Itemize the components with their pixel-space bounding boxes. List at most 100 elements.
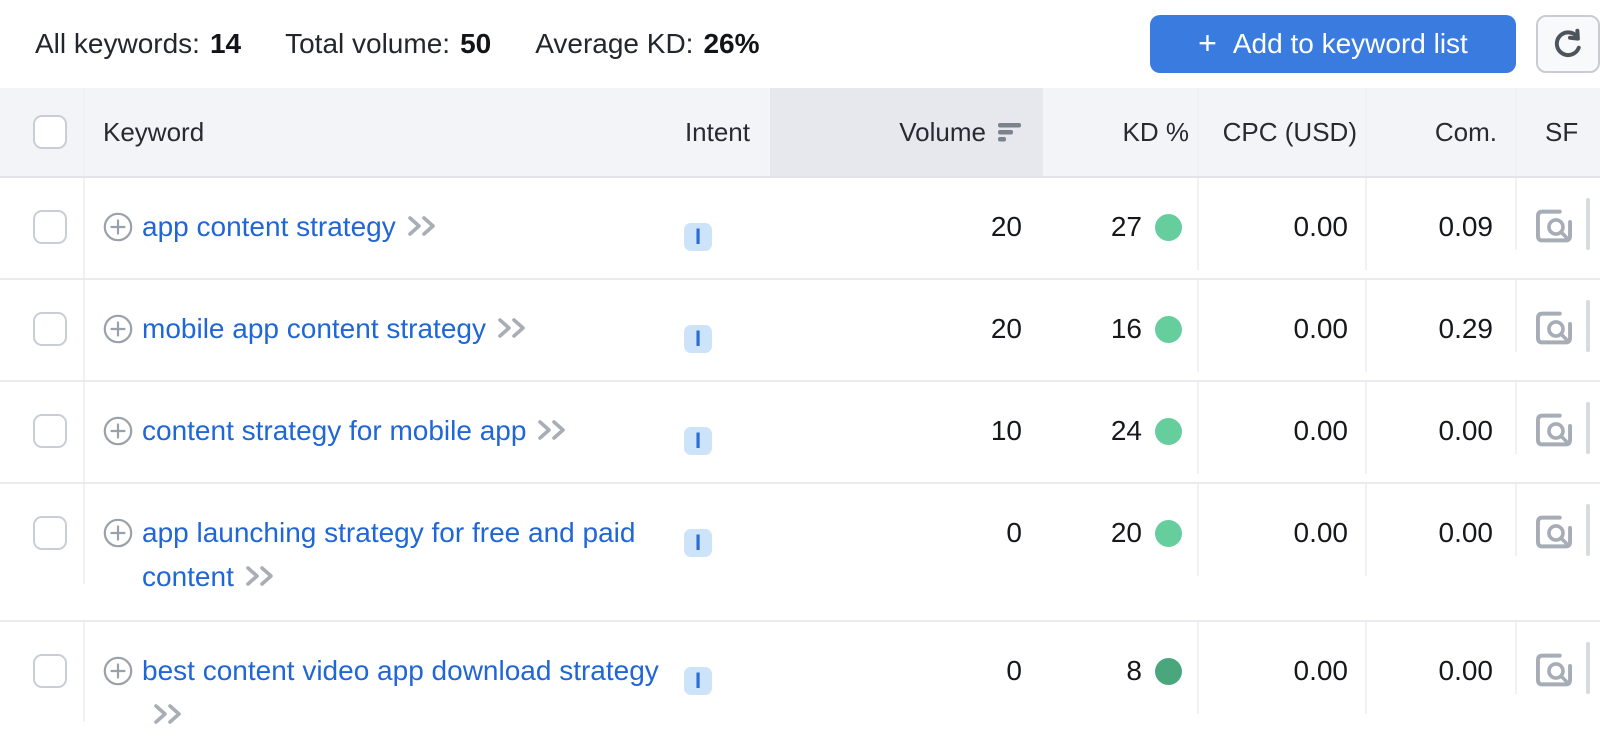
total-volume-label: Total volume: <box>285 28 450 60</box>
add-keyword-plus-icon[interactable] <box>103 518 133 599</box>
expand-keyword-chevrons-icon[interactable] <box>244 564 278 588</box>
average-kd-label: Average KD: <box>535 28 693 60</box>
all-keywords-label: All keywords: <box>35 28 200 60</box>
sf-cell <box>1515 280 1600 352</box>
keyword-cell: app content strategy <box>85 178 660 270</box>
row-checkbox[interactable] <box>33 654 67 688</box>
kd-value: 16 <box>1111 307 1142 351</box>
serp-features-icon[interactable] <box>1534 652 1574 694</box>
volume-cell: 20 <box>770 178 1043 270</box>
expand-keyword-chevrons-icon[interactable] <box>496 316 530 340</box>
keyword-link[interactable]: app content strategy <box>142 211 396 242</box>
keyword-text: app launching strategy for free and paid… <box>142 511 660 599</box>
column-header-keyword[interactable]: Keyword <box>85 88 660 176</box>
row-checkbox-cell <box>0 280 85 380</box>
serp-features-icon[interactable] <box>1534 412 1574 454</box>
intent-badge[interactable]: I <box>684 529 712 557</box>
row-checkbox-cell <box>0 484 85 584</box>
keyword-link[interactable]: content strategy for mobile app <box>142 415 526 446</box>
volume-cell: 0 <box>770 622 1043 714</box>
kd-header-label: KD % <box>1123 117 1189 148</box>
add-to-keyword-list-button[interactable]: + Add to keyword list <box>1150 15 1516 73</box>
keyword-cell: app launching strategy for free and paid… <box>85 484 660 620</box>
sf-cell <box>1515 382 1600 454</box>
table-row: best content video app download strategy… <box>0 622 1600 740</box>
expand-keyword-chevrons-icon[interactable] <box>536 418 570 442</box>
kd-cell: 20 <box>1043 484 1197 576</box>
column-header-kd[interactable]: KD % <box>1043 88 1197 176</box>
scrollbar-thumb[interactable] <box>1586 402 1590 454</box>
add-keyword-plus-icon[interactable] <box>103 212 133 249</box>
sort-desc-icon <box>998 123 1023 142</box>
table-row: app launching strategy for free and paid… <box>0 484 1600 622</box>
row-checkbox-cell <box>0 382 85 482</box>
sf-cell <box>1515 178 1600 250</box>
table-body: app content strategy I 20 27 0.00 0.09 <box>0 178 1600 740</box>
add-keyword-plus-icon[interactable] <box>103 314 133 351</box>
kd-value: 8 <box>1126 649 1142 693</box>
row-checkbox[interactable] <box>33 414 67 448</box>
keyword-cell: best content video app download strategy <box>85 622 660 740</box>
row-checkbox[interactable] <box>33 312 67 346</box>
scrollbar-thumb[interactable] <box>1586 642 1590 694</box>
row-checkbox-cell <box>0 178 85 278</box>
intent-badge[interactable]: I <box>684 325 712 353</box>
row-checkbox[interactable] <box>33 516 67 550</box>
keyword-cell: content strategy for mobile app <box>85 382 660 474</box>
kd-value: 27 <box>1111 205 1142 249</box>
intent-badge[interactable]: I <box>684 667 712 695</box>
expand-keyword-chevrons-icon[interactable] <box>406 214 440 238</box>
scrollbar-thumb[interactable] <box>1586 300 1590 352</box>
volume-cell: 0 <box>770 484 1043 576</box>
kd-cell: 16 <box>1043 280 1197 372</box>
kd-difficulty-dot <box>1155 520 1182 547</box>
table-header: Keyword Intent Volume KD % CPC (USD) Com… <box>0 88 1600 178</box>
refresh-button[interactable] <box>1536 15 1600 73</box>
add-keyword-plus-icon[interactable] <box>103 416 133 453</box>
select-all-checkbox[interactable] <box>33 115 67 149</box>
column-header-volume[interactable]: Volume <box>770 88 1043 176</box>
intent-header-label: Intent <box>685 117 750 148</box>
serp-features-icon[interactable] <box>1534 208 1574 250</box>
table-row: mobile app content strategy I 20 16 0.00… <box>0 280 1600 382</box>
keyword-link[interactable]: mobile app content strategy <box>142 313 486 344</box>
cpc-cell: 0.00 <box>1197 382 1365 474</box>
kd-difficulty-dot <box>1155 214 1182 241</box>
keyword-link[interactable]: best content video app download strategy <box>142 655 659 686</box>
intent-badge[interactable]: I <box>684 427 712 455</box>
refresh-icon <box>1551 27 1585 61</box>
sf-cell <box>1515 484 1600 556</box>
intent-badge[interactable]: I <box>684 223 712 251</box>
kd-cell: 27 <box>1043 178 1197 270</box>
scrollbar-thumb[interactable] <box>1586 198 1590 250</box>
com-header-label: Com. <box>1435 117 1497 148</box>
keyword-text: content strategy for mobile app <box>142 409 570 453</box>
kd-difficulty-dot <box>1155 316 1182 343</box>
scrollbar-thumb[interactable] <box>1586 504 1590 556</box>
com-cell: 0.00 <box>1365 622 1515 714</box>
kd-difficulty-dot <box>1155 418 1182 445</box>
all-keywords-value: 14 <box>210 28 241 60</box>
total-volume-summary: Total volume: 50 <box>285 28 491 60</box>
total-volume-value: 50 <box>460 28 491 60</box>
select-all-cell <box>0 88 85 176</box>
table-row: app content strategy I 20 27 0.00 0.09 <box>0 178 1600 280</box>
intent-cell: I <box>660 178 770 278</box>
add-keyword-plus-icon[interactable] <box>103 656 133 737</box>
keyword-header-label: Keyword <box>103 117 204 148</box>
kd-value: 20 <box>1111 511 1142 555</box>
row-checkbox[interactable] <box>33 210 67 244</box>
volume-header-label: Volume <box>899 117 986 148</box>
expand-keyword-chevrons-icon[interactable] <box>152 702 186 726</box>
column-header-intent[interactable]: Intent <box>660 88 770 176</box>
keyword-link[interactable]: app launching strategy for free and paid… <box>142 517 635 592</box>
kd-cell: 8 <box>1043 622 1197 714</box>
kd-cell: 24 <box>1043 382 1197 474</box>
serp-features-icon[interactable] <box>1534 514 1574 556</box>
plus-icon: + <box>1198 27 1217 59</box>
column-header-com[interactable]: Com. <box>1365 88 1515 176</box>
kd-value: 24 <box>1111 409 1142 453</box>
column-header-sf[interactable]: SF <box>1515 88 1600 176</box>
column-header-cpc[interactable]: CPC (USD) <box>1197 88 1365 176</box>
serp-features-icon[interactable] <box>1534 310 1574 352</box>
